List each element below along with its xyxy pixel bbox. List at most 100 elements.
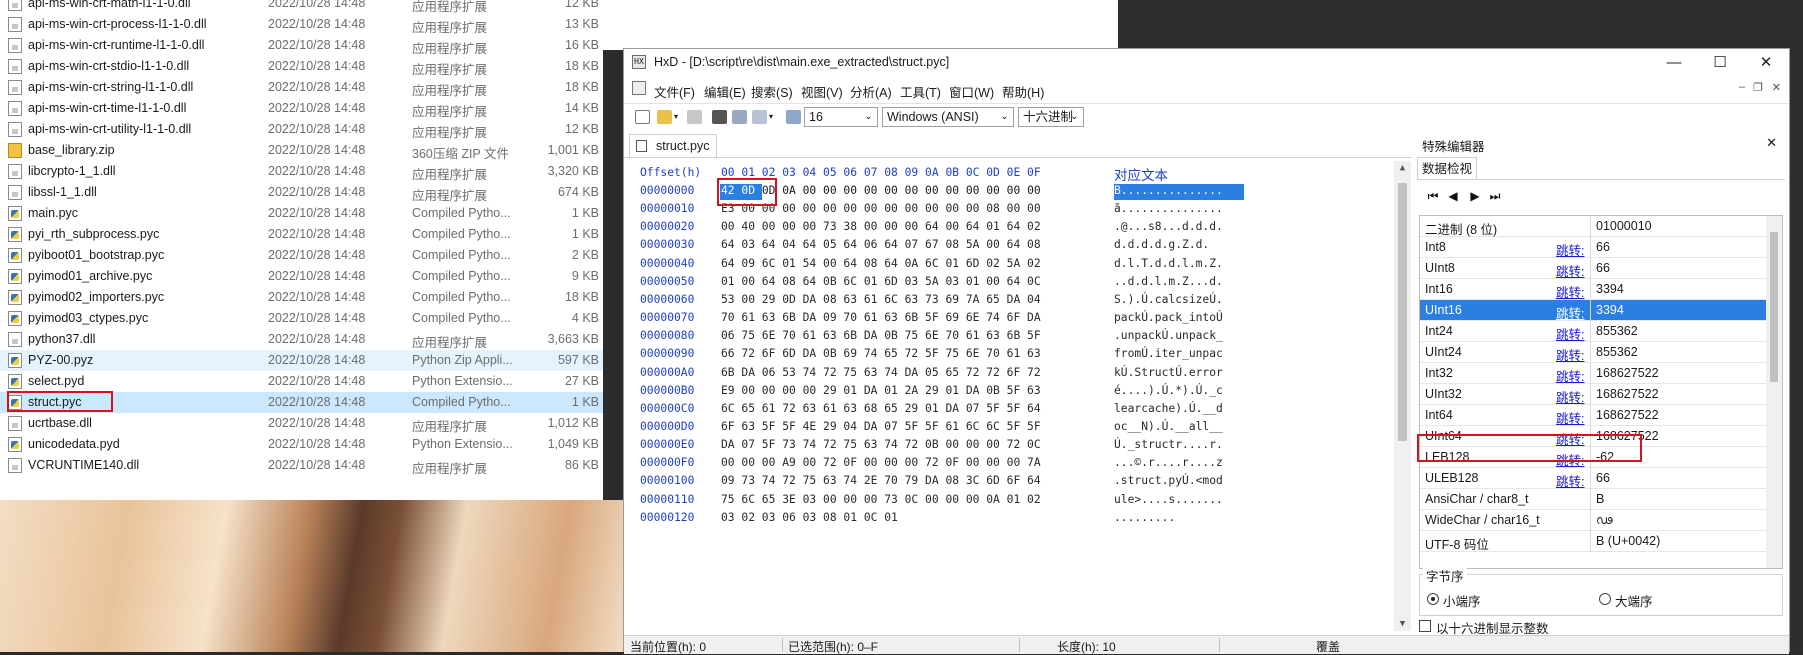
file-row[interactable]: api-ms-win-crt-stdio-l1-1-0.dll 2022/10/2…	[0, 56, 603, 77]
file-row[interactable]: select.pyd 2022/10/28 14:48 Python Extensi…	[0, 371, 603, 392]
tab-struct-pyc[interactable]: struct.pyc	[629, 134, 717, 157]
file-row[interactable]: VCRUNTIME140.dll 2022/10/28 14:48 应用程序扩展 86…	[0, 455, 603, 476]
open-dropdown-icon[interactable]: ▾	[674, 110, 682, 124]
type-value[interactable]: 66	[1596, 261, 1610, 275]
row-text[interactable]: é....).Ú.*).Ú._c	[1114, 384, 1223, 397]
menu-view[interactable]: 视图(V)	[801, 82, 843, 101]
inspector-row[interactable]: 二进制 (8 位) 01000010	[1420, 216, 1766, 237]
row-bytes[interactable]: 75 6C 65 3E 03 00 00 00 73 0C 00 00 00 0…	[721, 493, 1041, 506]
jump-link[interactable]: 跳转:	[1556, 366, 1584, 385]
menu-edit[interactable]: 编辑(E)	[704, 82, 746, 101]
row-text[interactable]: packÚ.pack_intoÚ	[1114, 311, 1223, 324]
row-bytes[interactable]: 6F 63 5F 5F 4E 29 04 DA 07 5F 5F 61 6C 6…	[721, 420, 1041, 433]
file-row[interactable]: PYZ-00.pyz 2022/10/28 14:48 Python Zip App…	[0, 350, 603, 371]
document-menu-icon[interactable]	[632, 81, 646, 95]
inspector-row[interactable]: Int64 跳转: 168627522	[1420, 405, 1766, 426]
menu-tools[interactable]: 工具(T)	[900, 82, 941, 101]
disk-icon[interactable]	[732, 110, 747, 124]
type-value[interactable]: 855362	[1596, 324, 1638, 338]
close-icon[interactable]: ✕	[1766, 135, 1777, 151]
row-text[interactable]: .@...s8...d.d.d.	[1114, 220, 1223, 233]
scroll-up-icon[interactable]: ▲	[1394, 163, 1411, 173]
type-value[interactable]: B (U+0042)	[1596, 534, 1660, 548]
next-icon[interactable]: ▶	[1468, 189, 1482, 203]
row-bytes[interactable]: 00 40 00 00 00 73 38 00 00 00 64 00 64 0…	[721, 220, 1041, 233]
row-bytes[interactable]: E9 00 00 00 00 29 01 DA 01 2A 29 01 DA 0…	[721, 384, 1041, 397]
row-text[interactable]: S.).Ú.calcsizeÚ.	[1114, 293, 1223, 306]
inspector-row[interactable]: UTF-8 码位 B (U+0042)	[1420, 531, 1766, 552]
big-endian-radio[interactable]	[1599, 593, 1611, 605]
jump-link[interactable]: 跳转:	[1556, 282, 1584, 301]
hex-editor-view[interactable]: Offset(h) 00 01 02 03 04 05 06 07 08 09 …	[624, 161, 1412, 631]
row-text[interactable]: ã...............	[1114, 202, 1223, 215]
jump-link[interactable]: 跳转:	[1556, 240, 1584, 259]
mdi-close-icon[interactable]: ✕	[1772, 81, 1781, 94]
type-value[interactable]: 66	[1596, 240, 1610, 254]
minimize-button[interactable]: —	[1651, 49, 1697, 77]
jump-link[interactable]: 跳转:	[1556, 471, 1584, 490]
row-text[interactable]: Ú._structr....r.	[1114, 438, 1223, 451]
scroll-thumb[interactable]	[1770, 232, 1778, 382]
row-text[interactable]: fromÚ.iter_unpac	[1114, 347, 1223, 360]
encoding-select[interactable]: Windows (ANSI) ⌄	[882, 107, 1014, 127]
new-file-icon[interactable]	[635, 110, 650, 124]
row-bytes[interactable]: 66 72 6F 6D DA 0B 69 74 65 72 5F 75 6E 7…	[721, 347, 1041, 360]
mdi-minimize-icon[interactable]: –	[1739, 81, 1745, 93]
file-row[interactable]: main.pyc 2022/10/28 14:48 Compiled Pytho..…	[0, 203, 603, 224]
tab-data-inspector[interactable]: 数据检视	[1417, 157, 1477, 179]
offset-base-select[interactable]: 十六进制 ⌄	[1018, 107, 1084, 127]
scroll-down-icon[interactable]: ▼	[1394, 619, 1411, 629]
jump-link[interactable]: 跳转:	[1556, 387, 1584, 406]
type-value[interactable]: 01000010	[1596, 219, 1652, 233]
row-bytes[interactable]: 00 00 00 A9 00 72 0F 00 00 00 72 0F 00 0…	[721, 456, 1041, 469]
menu-search[interactable]: 搜索(S)	[751, 82, 793, 101]
file-row[interactable]: pyimod03_ctypes.pyc 2022/10/28 14:48 Compi…	[0, 308, 603, 329]
inspector-scrollbar[interactable]	[1766, 216, 1782, 568]
inspector-row[interactable]: UInt8 跳转: 66	[1420, 258, 1766, 279]
inspector-row[interactable]: Int32 跳转: 168627522	[1420, 363, 1766, 384]
scroll-thumb[interactable]	[1398, 183, 1407, 441]
file-row[interactable]: ucrtbase.dll 2022/10/28 14:48 应用程序扩展 1,012 …	[0, 413, 603, 434]
file-row[interactable]: libcrypto-1_1.dll 2022/10/28 14:48 应用程序扩展 3…	[0, 161, 603, 182]
file-row[interactable]: api-ms-win-crt-string-l1-1-0.dll 2022/10/…	[0, 77, 603, 98]
row-bytes[interactable]: 70 61 63 6B DA 09 70 61 63 6B 5F 69 6E 7…	[721, 311, 1041, 324]
type-value[interactable]: 3394	[1596, 282, 1624, 296]
row-text[interactable]: ..d.d.l.m.Z...d.	[1114, 275, 1223, 288]
last-icon[interactable]: ⏭	[1488, 189, 1502, 203]
row-text[interactable]: kÚ.StructÚ.error	[1114, 366, 1223, 379]
menu-window[interactable]: 窗口(W)	[949, 82, 994, 101]
jump-link[interactable]: 跳转:	[1556, 408, 1584, 427]
row-text[interactable]: .unpackÚ.unpack_	[1114, 329, 1223, 342]
file-row[interactable]: api-ms-win-crt-utility-l1-1-0.dll 2022/10…	[0, 119, 603, 140]
inspector-row[interactable]: Int8 跳转: 66	[1420, 237, 1766, 258]
inspector-row[interactable]: WideChar / char16_t ഢ	[1420, 510, 1766, 531]
file-row[interactable]: unicodedata.pyd 2022/10/28 14:48 Python Ex…	[0, 434, 603, 455]
inspector-row[interactable]: UInt16 跳转: 3394	[1420, 300, 1766, 321]
first-icon[interactable]: ⏮	[1426, 189, 1440, 203]
inspector-row[interactable]: ULEB128 跳转: 66	[1420, 468, 1766, 489]
type-value[interactable]: 66	[1596, 471, 1610, 485]
file-row[interactable]: pyiboot01_bootstrap.pyc 2022/10/28 14:48 C…	[0, 245, 603, 266]
inspector-row[interactable]: UInt24 跳转: 855362	[1420, 342, 1766, 363]
row-text[interactable]: ule>....s.......	[1114, 493, 1223, 506]
little-endian-radio[interactable]	[1427, 593, 1439, 605]
row-bytes[interactable]: 64 09 6C 01 54 00 64 08 64 0A 6C 01 6D 0…	[721, 257, 1041, 270]
menu-analysis[interactable]: 分析(A)	[850, 82, 892, 101]
type-value[interactable]: 168627522	[1596, 387, 1659, 401]
file-row[interactable]: api-ms-win-crt-process-l1-1-0.dll 2022/10…	[0, 14, 603, 35]
jump-link[interactable]: 跳转:	[1556, 345, 1584, 364]
row-text[interactable]: ...©.r....r....z	[1114, 456, 1223, 469]
inspector-row[interactable]: Int24 跳转: 855362	[1420, 321, 1766, 342]
type-value[interactable]: 168627522	[1596, 408, 1659, 422]
file-row[interactable]: api-ms-win-crt-math-l1-1-0.dll 2022/10/28…	[0, 0, 603, 14]
vertical-scrollbar[interactable]: ▲ ▼	[1394, 161, 1411, 631]
row-bytes[interactable]: 6B DA 06 53 74 72 75 63 74 DA 05 65 72 7…	[721, 366, 1041, 379]
ram-dropdown-icon[interactable]: ▾	[769, 110, 777, 124]
ram-icon[interactable]	[752, 110, 767, 124]
row-bytes[interactable]: 53 00 29 0D DA 08 63 61 6C 63 73 69 7A 6…	[721, 293, 1041, 306]
previous-icon[interactable]: ◀	[1446, 189, 1460, 203]
type-value[interactable]: 855362	[1596, 345, 1638, 359]
file-row[interactable]: base_library.zip 2022/10/28 14:48 360压缩 ZI…	[0, 140, 603, 161]
save-icon[interactable]	[687, 110, 702, 124]
file-row[interactable]: api-ms-win-crt-time-l1-1-0.dll 2022/10/28…	[0, 98, 603, 119]
